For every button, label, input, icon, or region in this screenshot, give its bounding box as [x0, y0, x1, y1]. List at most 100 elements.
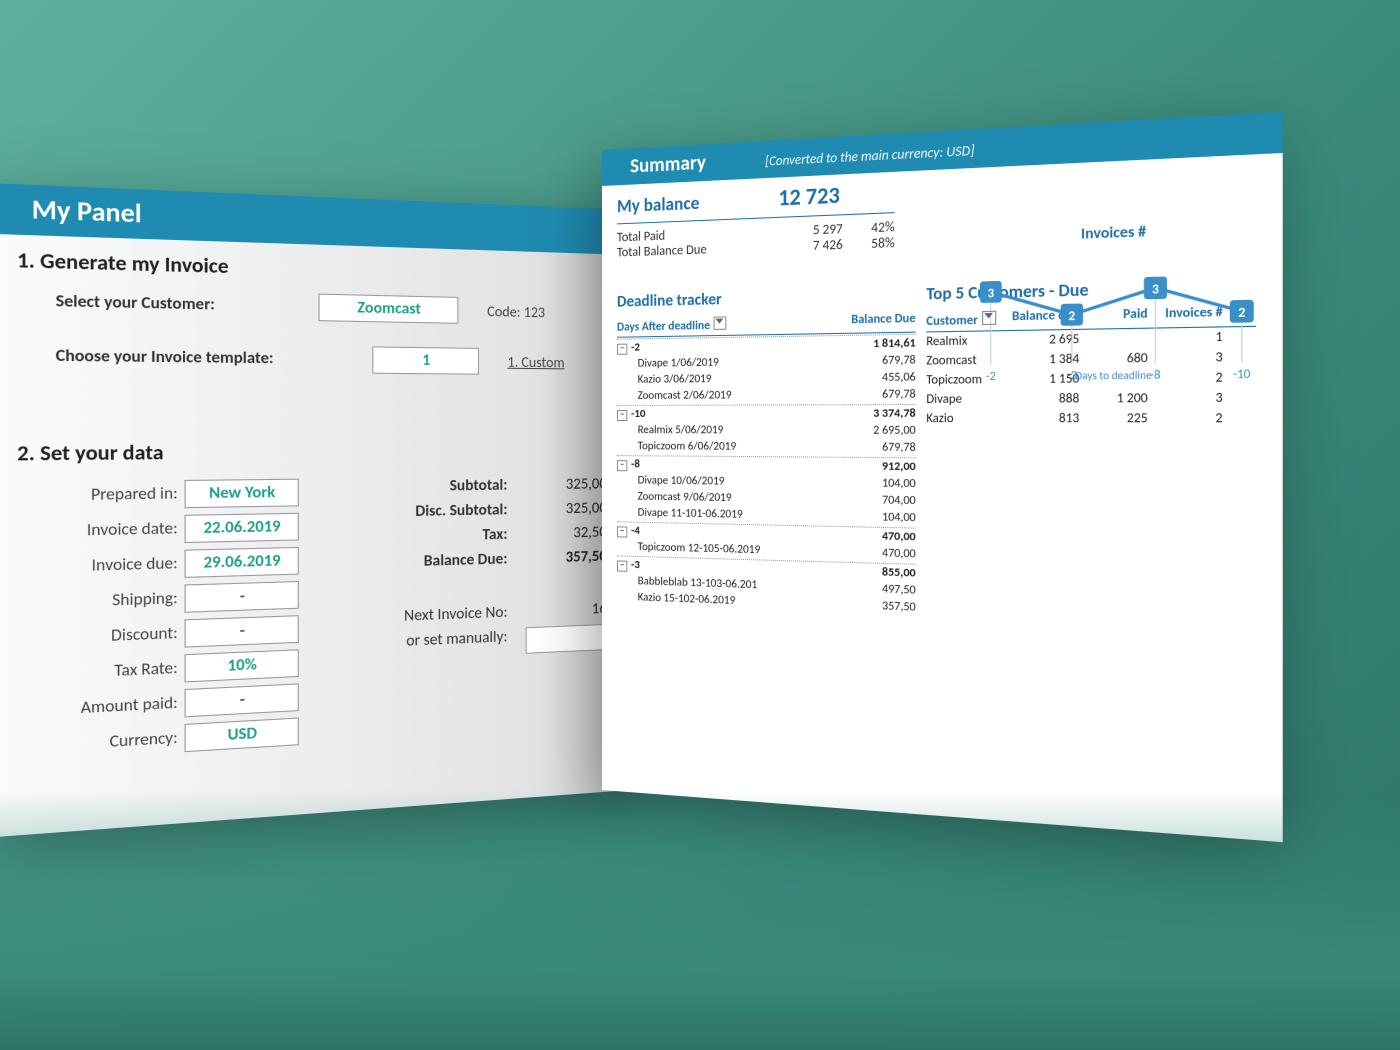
- top5-count: 3: [1148, 391, 1223, 407]
- customer-code: 123: [524, 303, 545, 321]
- tax-rate-input[interactable]: 10%: [185, 649, 299, 682]
- collapse-icon[interactable]: −: [617, 410, 627, 421]
- svg-text:3: 3: [1152, 282, 1159, 298]
- top5-customer: Kazio: [926, 411, 1001, 426]
- deadline-group[interactable]: -3: [631, 558, 640, 572]
- filter-icon[interactable]: [982, 311, 996, 325]
- tax-value: 32,50: [507, 523, 606, 543]
- deadline-item-value: 679,78: [832, 353, 915, 369]
- deadline-group-total: 470,00: [832, 528, 915, 545]
- top5-customer: Divape: [926, 392, 1001, 407]
- discount-label: Discount:: [0, 624, 185, 651]
- currency-input[interactable]: USD: [185, 718, 299, 753]
- invoice-due-input[interactable]: 29.06.2019: [185, 547, 299, 578]
- deadline-col1: Days After deadline: [617, 319, 710, 335]
- top5-paid: 225: [1079, 411, 1147, 427]
- prepared-in-input[interactable]: New York: [185, 479, 299, 509]
- deadline-item: Topiczoom 6/06/2019: [617, 439, 833, 455]
- svg-text:-2: -2: [986, 369, 996, 383]
- discount-input[interactable]: -: [185, 615, 299, 648]
- deadline-item-value: 455,06: [832, 370, 915, 385]
- template-label: Choose your Invoice template:: [0, 346, 372, 370]
- deadline-group[interactable]: -8: [631, 457, 640, 471]
- invoice-due-label: Invoice due:: [0, 554, 185, 579]
- subtotal-label: Subtotal:: [318, 476, 507, 497]
- svg-text:2: 2: [1238, 305, 1245, 321]
- invoice-date-input[interactable]: 22.06.2019: [185, 513, 299, 543]
- next-invoice-no: 16: [507, 600, 606, 622]
- deadline-item-value: 357,50: [832, 597, 915, 615]
- deadline-item-value: 497,50: [832, 580, 915, 598]
- svg-text:Days to deadline: Days to deadline: [1075, 369, 1152, 383]
- svg-text:-10: -10: [1233, 366, 1251, 381]
- filter-icon[interactable]: [714, 316, 727, 330]
- deadline-item-value: 104,00: [832, 509, 915, 525]
- invoice-date-label: Invoice date:: [0, 519, 185, 543]
- tax-rate-label: Tax Rate:: [0, 659, 185, 687]
- deadline-title: Deadline tracker: [617, 285, 916, 312]
- deadline-col2: Balance Due: [832, 311, 915, 331]
- deadline-item-value: 2 695,00: [832, 423, 915, 438]
- manual-label: or set manually:: [318, 628, 507, 669]
- customer-select[interactable]: Zoomcast: [318, 294, 458, 324]
- summary-title: Summary: [630, 150, 706, 178]
- total-paid-pct: 42%: [843, 220, 895, 238]
- subtotal-value: 325,00: [507, 475, 606, 495]
- top5-balance: 813: [1002, 411, 1080, 426]
- disc-subtotal-value: 325,00: [507, 499, 606, 519]
- deadline-group[interactable]: -10: [631, 407, 645, 421]
- shipping-label: Shipping:: [0, 589, 185, 615]
- top5-count: 2: [1148, 411, 1223, 427]
- deadline-item: Realmix 5/06/2019: [617, 423, 833, 438]
- manual-invoice-input[interactable]: [526, 624, 607, 654]
- deadline-group-total: 855,00: [832, 564, 915, 581]
- deadline-item: Zoomcast 2/06/2019: [617, 388, 833, 403]
- collapse-icon[interactable]: −: [617, 560, 627, 571]
- total-due-pct: 58%: [843, 235, 895, 253]
- deadline-item: Divape 1/06/2019: [617, 354, 833, 371]
- deadline-group-total: 3 374,78: [832, 406, 915, 421]
- top5-paid: 1 200: [1079, 391, 1147, 407]
- deadline-item: Divape 11-101-06.2019: [617, 505, 833, 523]
- deadline-item: Divape 10/06/2019: [617, 473, 833, 490]
- summary-window: Summary [Converted to the main currency:…: [602, 112, 1283, 842]
- deadline-item-value: 679,78: [832, 387, 915, 402]
- svg-text:2: 2: [1068, 309, 1075, 325]
- deadline-item-value: 679,78: [832, 440, 915, 455]
- my-panel-window: My Panel 1. Generate my Invoice Select y…: [0, 184, 630, 837]
- deadline-item-value: 470,00: [832, 545, 915, 562]
- disc-subtotal-label: Disc. Subtotal:: [318, 501, 507, 523]
- total-due-value: 7 426: [782, 237, 843, 255]
- deadline-group-total: 1 814,61: [832, 336, 915, 352]
- shipping-input[interactable]: -: [185, 581, 299, 613]
- balance-value: 12 723: [778, 181, 840, 212]
- template-name-link[interactable]: 1. Custom: [507, 353, 564, 371]
- amount-paid-label: Amount paid:: [0, 693, 185, 723]
- balance-title: My balance: [617, 185, 699, 221]
- collapse-icon[interactable]: −: [617, 460, 627, 471]
- deadline-tracker: Deadline tracker Days After deadline Bal…: [617, 266, 916, 616]
- deadline-item-value: 704,00: [832, 492, 915, 508]
- customer-code-label: Code:: [487, 302, 520, 320]
- deadline-group[interactable]: -4: [631, 524, 640, 538]
- svg-text:3: 3: [987, 286, 994, 302]
- summary-note: [Converted to the main currency: USD]: [765, 143, 974, 170]
- amount-paid-input[interactable]: -: [185, 683, 299, 717]
- tax-label: Tax:: [318, 526, 507, 549]
- collapse-icon[interactable]: −: [617, 344, 627, 355]
- currency-label: Currency:: [0, 728, 185, 759]
- top5-balance: 888: [1002, 391, 1080, 407]
- balance-due-label: Balance Due:: [318, 550, 507, 574]
- deadline-item-value: 104,00: [832, 476, 915, 492]
- deadline-group[interactable]: -2: [631, 340, 640, 354]
- customer-label: Select your Customer:: [0, 290, 318, 316]
- collapse-icon[interactable]: −: [617, 526, 627, 537]
- balance-due-value: 357,50: [507, 548, 606, 569]
- prepared-in-label: Prepared in:: [0, 484, 185, 506]
- deadline-group-total: 912,00: [832, 459, 915, 475]
- deadline-item: Kazio 3/06/2019: [617, 371, 833, 387]
- invoices-line-chart: 3-22-33-82-10Days to deadline: [969, 237, 1266, 387]
- template-select[interactable]: 1: [372, 346, 479, 374]
- invoices-chart: Invoices # 3-22-33-82-10Days to deadline: [969, 218, 1266, 390]
- section2-title: 2. Set your data: [0, 427, 630, 474]
